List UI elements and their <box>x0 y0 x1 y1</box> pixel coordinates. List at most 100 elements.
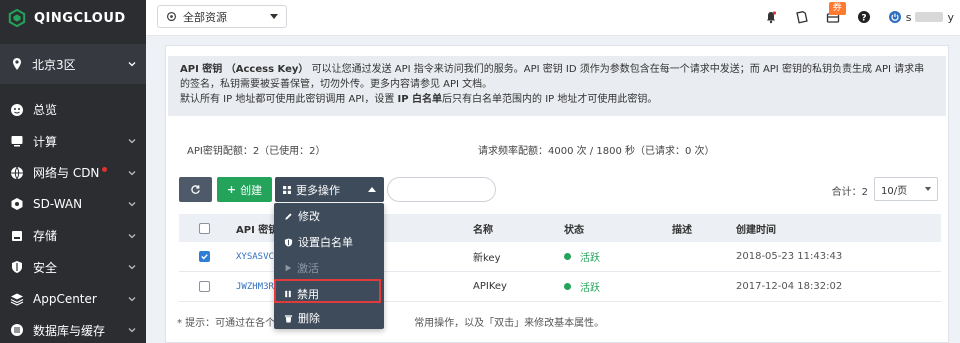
sidebar-item-label: 总览 <box>33 103 58 118</box>
chevron-down-icon <box>128 265 136 270</box>
created-time: 2017-12-04 18:32:02 <box>736 281 843 292</box>
menu-item-whitelist[interactable]: 设置白名单 <box>274 229 384 255</box>
create-button-label: 创建 <box>240 183 263 197</box>
username-redacted <box>915 12 944 22</box>
sidebar-item-label: 安全 <box>33 260 58 275</box>
notice-text-2b: 后只有白名单范围内的 IP 地址才可使用此密钥。 <box>442 94 658 105</box>
settings-icon <box>166 11 177 22</box>
svg-text:?: ? <box>861 14 866 24</box>
chevron-down-icon <box>128 62 136 67</box>
more-actions-menu: 修改 设置白名单 激活 禁用 删除 <box>274 203 384 329</box>
monitor-icon <box>11 136 23 147</box>
menu-item-activate: 激活 <box>274 255 384 281</box>
sidebar-item-network[interactable]: 网络与 CDN <box>0 157 146 189</box>
chevron-down-icon <box>128 202 136 207</box>
chevron-down-icon <box>128 296 136 302</box>
create-button[interactable]: + 创建 <box>217 177 272 202</box>
power-icon <box>888 11 901 23</box>
caret-up-icon <box>368 187 376 192</box>
api-key-id-link[interactable]: XYSASVCH <box>236 242 279 271</box>
sidebar-item-appcenter[interactable]: AppCenter <box>0 283 146 315</box>
username-initial: s <box>905 10 912 24</box>
storage-icon <box>12 230 22 241</box>
sidebar-item-label: 网络与 CDN <box>33 166 100 181</box>
caret-down-icon <box>925 187 931 191</box>
play-icon <box>285 264 292 272</box>
key-name: 新key <box>473 253 501 264</box>
topbar: 全部资源 券 ? s y <box>146 0 960 36</box>
status-dot <box>564 253 571 260</box>
sidebar-nav: 总览 计算 网络与 CDN SD-WAN 存储 安全 AppCenter 数据库… <box>0 94 146 343</box>
location-pin-icon <box>13 58 21 70</box>
logo[interactable]: QINGCLOUD <box>0 0 146 36</box>
status-dot <box>564 283 571 290</box>
notification-bell-icon[interactable] <box>764 10 778 24</box>
notice-line-2: 默认所有 IP 地址都可使用此密钥调用 API，设置 IP 白名单后只有白名单范… <box>180 92 934 107</box>
globe-icon <box>11 166 23 180</box>
help-icon[interactable]: ? <box>857 10 871 24</box>
menu-item-delete[interactable]: 删除 <box>274 305 384 331</box>
column-status[interactable]: 状态 <box>564 214 584 242</box>
menu-item-edit[interactable]: 修改 <box>274 203 384 229</box>
refresh-button[interactable] <box>179 177 212 202</box>
menu-item-label: 激活 <box>297 262 319 275</box>
qingcloud-logo-icon <box>8 9 26 27</box>
row-checkbox[interactable] <box>199 281 210 292</box>
sidebar-item-storage[interactable]: 存储 <box>0 220 146 252</box>
total-count: 合计：2 <box>831 187 868 198</box>
layers-icon <box>10 293 24 306</box>
coupon-icon[interactable]: 券 <box>826 2 846 24</box>
chevron-down-icon <box>128 328 136 333</box>
document-icon[interactable] <box>795 10 809 24</box>
highlight-box <box>274 279 381 303</box>
coupon-badge: 券 <box>828 2 846 15</box>
region-selector[interactable]: 北京3区 <box>0 44 146 84</box>
row-checkbox[interactable] <box>199 251 210 262</box>
select-all-checkbox[interactable] <box>199 222 210 234</box>
api-key-notice: API 密钥 （Access Key） 可以让您通过发送 API 指令来访问我们… <box>168 56 946 116</box>
footer-hint-end: 常用操作，以及「双击」来修改基本属性。 <box>414 318 605 329</box>
status-text: 活跃 <box>580 283 600 294</box>
toolbar: + 创建 更多操作 合计：2 10/页 <box>166 177 950 202</box>
region-label: 北京3区 <box>32 57 76 72</box>
logo-text: QINGCLOUD <box>34 10 126 26</box>
column-description[interactable]: 描述 <box>672 214 692 242</box>
more-actions-label: 更多操作 <box>296 183 340 197</box>
sidebar-item-security[interactable]: 安全 <box>0 252 146 284</box>
created-time: 2018-05-23 11:43:43 <box>736 251 843 262</box>
more-actions-button[interactable]: 更多操作 <box>275 177 384 202</box>
shield-icon <box>284 237 293 247</box>
sidebar-item-sdwan[interactable]: SD-WAN <box>0 189 146 221</box>
notice-whitelist: IP 白名单 <box>397 94 443 105</box>
chevron-down-icon <box>128 170 136 176</box>
api-key-id-link[interactable]: JWZHM3R <box>236 272 274 301</box>
shield-icon <box>12 261 22 274</box>
caret-down-icon <box>270 14 278 19</box>
menu-item-label: 设置白名单 <box>298 236 353 249</box>
resource-select-value: 全部资源 <box>183 10 227 24</box>
column-name[interactable]: 名称 <box>473 214 493 242</box>
pencil-icon <box>285 212 292 220</box>
trash-icon <box>284 314 293 323</box>
user-menu[interactable]: s y <box>888 10 954 24</box>
database-icon <box>11 324 23 337</box>
notice-title: API 密钥 （Access Key） <box>180 64 309 75</box>
resource-select[interactable]: 全部资源 <box>157 5 287 28</box>
status-cell: 活跃 <box>564 242 600 271</box>
check-icon <box>201 254 208 260</box>
column-api-key[interactable]: API 密钥 <box>236 214 278 242</box>
sidebar-item-overview[interactable]: 总览 <box>0 94 146 126</box>
status-text: 活跃 <box>580 253 600 264</box>
search-input[interactable] <box>387 177 496 202</box>
page-size-select[interactable]: 10/页 <box>874 177 938 201</box>
menu-item-label: 修改 <box>298 210 320 223</box>
chevron-down-icon <box>128 139 136 144</box>
column-created-time[interactable]: 创建时间 <box>736 214 776 242</box>
status-cell: 活跃 <box>564 272 600 301</box>
notice-text-2a: 默认所有 IP 地址都可使用此密钥调用 API，设置 <box>180 94 398 105</box>
sidebar-item-compute[interactable]: 计算 <box>0 126 146 158</box>
rate-quota: 请求频率配额：4000 次 / 1800 秒（已请求：0 次） <box>478 146 715 157</box>
footer-hint-start: * 提示：可通过在各个页 <box>177 318 286 329</box>
sidebar-item-database[interactable]: 数据库与缓存 <box>0 315 146 343</box>
page-size-value: 10/页 <box>881 185 908 197</box>
